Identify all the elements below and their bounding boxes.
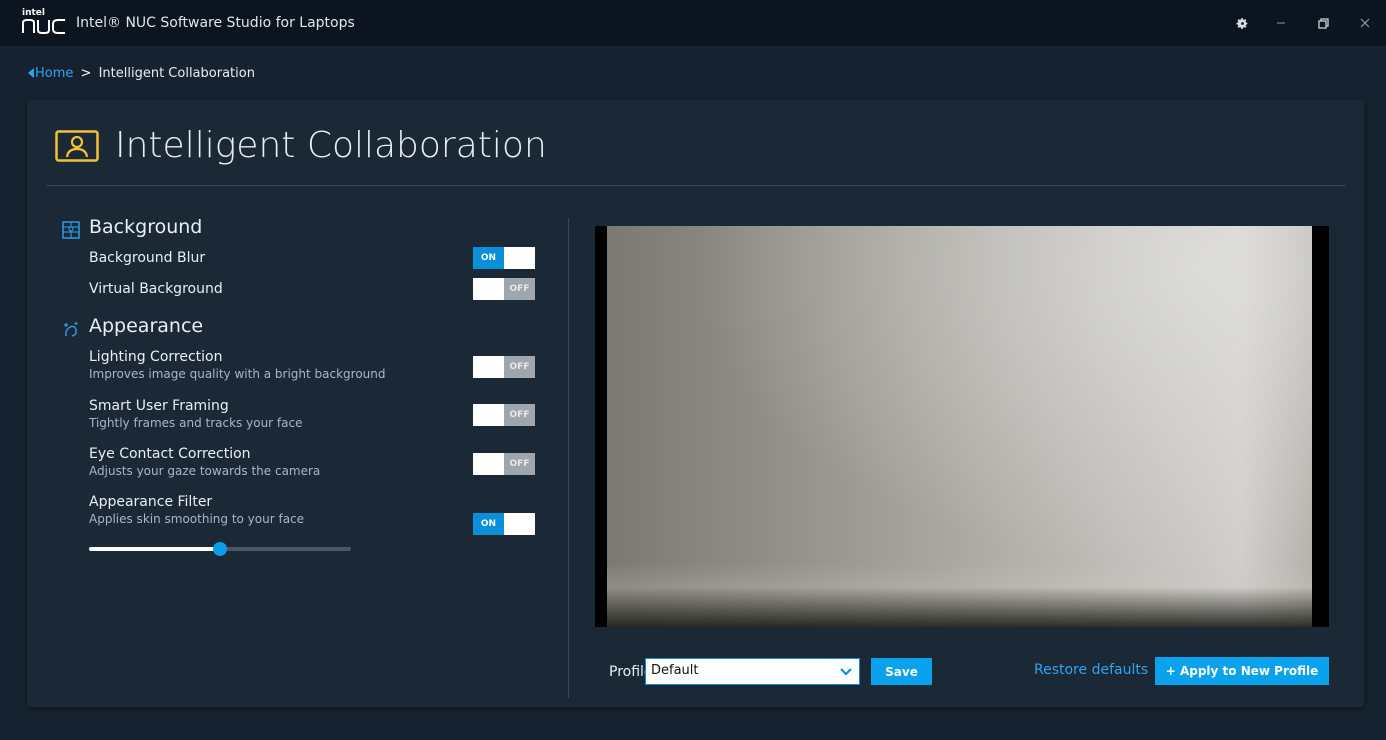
toggle-knob bbox=[473, 453, 504, 475]
minimize-button[interactable] bbox=[1268, 11, 1294, 35]
minimize-icon bbox=[1277, 22, 1285, 24]
background-grid-icon bbox=[62, 221, 80, 239]
camera-preview bbox=[595, 226, 1329, 627]
app-title: Intel® NUC Software Studio for Laptops bbox=[76, 15, 355, 31]
toggle-state: OFF bbox=[504, 356, 535, 378]
close-button[interactable] bbox=[1352, 11, 1378, 35]
toggle-state: OFF bbox=[504, 404, 535, 426]
section-appearance-label: Appearance bbox=[89, 315, 204, 337]
restore-button[interactable] bbox=[1310, 11, 1336, 35]
column-divider bbox=[568, 218, 569, 698]
profile-select-value: Default bbox=[651, 663, 699, 678]
restore-icon bbox=[1317, 17, 1329, 29]
chevron-down-icon bbox=[840, 668, 852, 676]
title-bar: intel Intel® NUC Software Studio for Lap… bbox=[0, 0, 1386, 46]
breadcrumb-current: Intelligent Collaboration bbox=[98, 66, 255, 81]
toggle-knob bbox=[473, 278, 504, 300]
gear-icon bbox=[1236, 17, 1247, 29]
save-button[interactable]: Save bbox=[871, 658, 932, 685]
slider-thumb[interactable] bbox=[213, 542, 227, 556]
toggle-state: OFF bbox=[504, 278, 535, 300]
setting-appearance-filter: Appearance Filter Applies skin smoothing… bbox=[89, 494, 304, 526]
appearance-filter-toggle[interactable]: ON bbox=[473, 513, 535, 535]
toggle-state: ON bbox=[473, 247, 504, 269]
setting-title: Background Blur bbox=[89, 250, 206, 266]
camera-feed-image bbox=[607, 226, 1312, 627]
virtual-background-toggle[interactable]: OFF bbox=[473, 278, 535, 300]
camera-feed-highlight bbox=[607, 226, 1312, 627]
setting-description: Tightly frames and tracks your face bbox=[89, 416, 303, 430]
sparkle-face-icon bbox=[62, 320, 80, 338]
toggle-knob bbox=[473, 404, 504, 426]
lighting-correction-toggle[interactable]: OFF bbox=[473, 356, 535, 378]
setting-virtual-background: Virtual Background bbox=[89, 281, 223, 297]
setting-title: Virtual Background bbox=[89, 281, 223, 297]
breadcrumb-separator: > bbox=[80, 66, 92, 81]
setting-description: Improves image quality with a bright bac… bbox=[89, 367, 386, 381]
toggle-knob bbox=[473, 356, 504, 378]
setting-description: Applies skin smoothing to your face bbox=[89, 512, 305, 526]
setting-title: Eye Contact Correction bbox=[89, 446, 251, 462]
setting-title: Lighting Correction bbox=[89, 349, 223, 365]
caret-left-icon bbox=[28, 68, 34, 78]
toggle-state: ON bbox=[473, 513, 504, 535]
profile-select[interactable]: Default bbox=[645, 658, 860, 685]
background-blur-toggle[interactable]: ON bbox=[473, 247, 535, 269]
setting-title: Smart User Framing bbox=[89, 398, 229, 414]
settings-button[interactable] bbox=[1229, 11, 1255, 35]
nuc-wordmark-icon bbox=[22, 19, 65, 34]
setting-description: Adjusts your gaze towards the camera bbox=[89, 464, 321, 478]
home-link-label: Home bbox=[35, 66, 74, 81]
setting-title: Appearance Filter bbox=[89, 494, 213, 510]
toggle-knob bbox=[504, 513, 535, 535]
setting-eye-contact-correction: Eye Contact Correction Adjusts your gaze… bbox=[89, 446, 320, 478]
breadcrumb: Home > Intelligent Collaboration bbox=[27, 66, 255, 81]
header-divider bbox=[46, 185, 1346, 186]
home-link[interactable]: Home bbox=[27, 66, 78, 81]
user-frame-icon bbox=[55, 130, 99, 162]
appearance-filter-slider[interactable] bbox=[89, 542, 351, 556]
setting-lighting-correction: Lighting Correction Improves image quali… bbox=[89, 349, 386, 381]
setting-smart-user-framing: Smart User Framing Tightly frames and tr… bbox=[89, 398, 302, 430]
section-background-label: Background bbox=[89, 216, 203, 238]
restore-defaults-link[interactable]: Restore defaults bbox=[1034, 662, 1148, 678]
slider-fill bbox=[89, 547, 220, 551]
close-icon bbox=[1360, 18, 1370, 28]
smart-user-framing-toggle[interactable]: OFF bbox=[473, 404, 535, 426]
intel-nuc-logo: intel bbox=[21, 8, 69, 41]
logo-nuc-text bbox=[21, 15, 69, 41]
toggle-knob bbox=[504, 247, 535, 269]
apply-to-new-profile-button[interactable]: + Apply to New Profile bbox=[1155, 657, 1329, 685]
toggle-state: OFF bbox=[504, 453, 535, 475]
eye-contact-correction-toggle[interactable]: OFF bbox=[473, 453, 535, 475]
setting-background-blur: Background Blur bbox=[89, 250, 205, 266]
page-title: Intelligent Collaboration bbox=[115, 125, 547, 166]
